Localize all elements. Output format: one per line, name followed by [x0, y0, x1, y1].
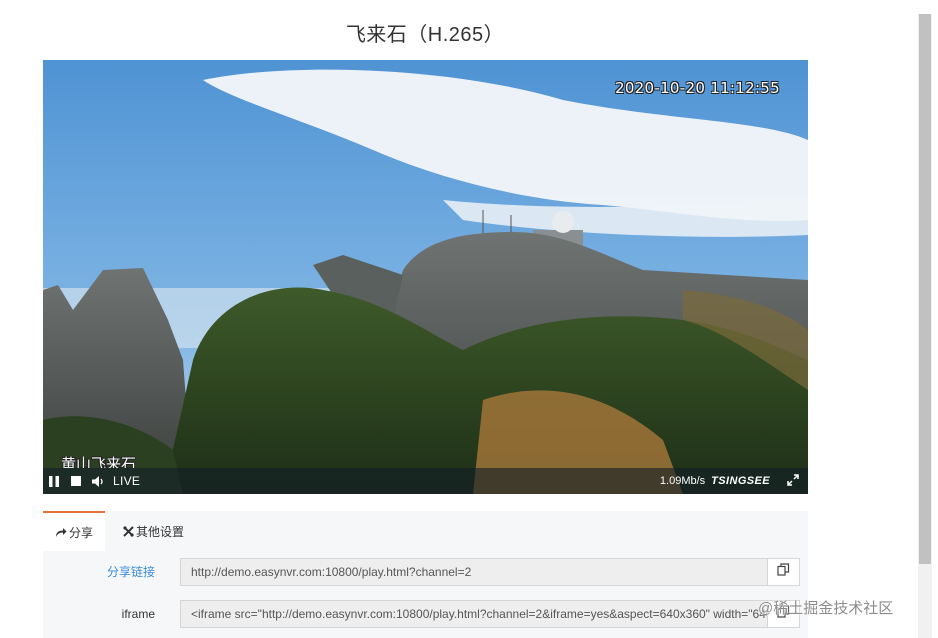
live-label: LIVE: [113, 474, 141, 488]
video-location-caption: 黄山飞来石: [61, 456, 137, 468]
fullscreen-button[interactable]: [780, 468, 806, 494]
bitrate-readout: 1.09Mb/s: [659, 475, 706, 487]
watermark: @稀土掘金技术社区: [758, 600, 894, 617]
fullscreen-icon: [787, 473, 799, 489]
tab-share[interactable]: 分享: [43, 511, 105, 551]
stop-button[interactable]: [65, 468, 87, 494]
iframe-row: iframe <iframe src="http://demo.easynvr.…: [43, 600, 808, 628]
iframe-label: iframe: [121, 607, 155, 621]
share-link-row: 分享链接 http://demo.easynvr.com:10800/play.…: [43, 558, 808, 586]
tab-other-settings-label: 其他设置: [136, 524, 185, 539]
tab-other-settings[interactable]: 其他设置: [123, 511, 184, 551]
volume-button[interactable]: [87, 468, 109, 494]
pause-icon: [49, 475, 59, 487]
brand-logo: TSINGSEE: [711, 475, 770, 487]
iframe-code-field[interactable]: <iframe src="http://demo.easynvr.com:108…: [180, 600, 767, 628]
scrollbar-thumb[interactable]: [919, 14, 931, 564]
share-link-label: 分享链接: [106, 565, 155, 579]
share-icon: [55, 527, 67, 538]
share-link-field[interactable]: http://demo.easynvr.com:10800/play.html?…: [180, 558, 767, 586]
page: 飞来石（H.265） 2020-10-20 11:12:55 黄山飞来石 LIV…: [0, 0, 938, 638]
pause-button[interactable]: [43, 468, 65, 494]
video-frame: [43, 60, 808, 494]
volume-icon: [91, 475, 105, 487]
settings-icon: [123, 525, 134, 537]
stop-icon: [71, 476, 81, 486]
panel-tab-bar: 分享 其他设置: [43, 511, 808, 551]
video-timestamp: 2020-10-20 11:12:55: [614, 79, 780, 97]
tab-share-label: 分享: [68, 525, 93, 540]
player-control-bar: LIVE 1.09Mb/s TSINGSEE: [43, 468, 808, 494]
video-player[interactable]: 2020-10-20 11:12:55 黄山飞来石 LIVE 1.09Mb/s: [43, 60, 808, 494]
copy-icon: [777, 563, 790, 581]
share-panel: 分享 其他设置 分享链接 http://demo.easynvr.com:108…: [43, 511, 808, 638]
page-title: 飞来石（H.265）: [345, 24, 505, 46]
copy-share-link-button[interactable]: [767, 558, 800, 586]
